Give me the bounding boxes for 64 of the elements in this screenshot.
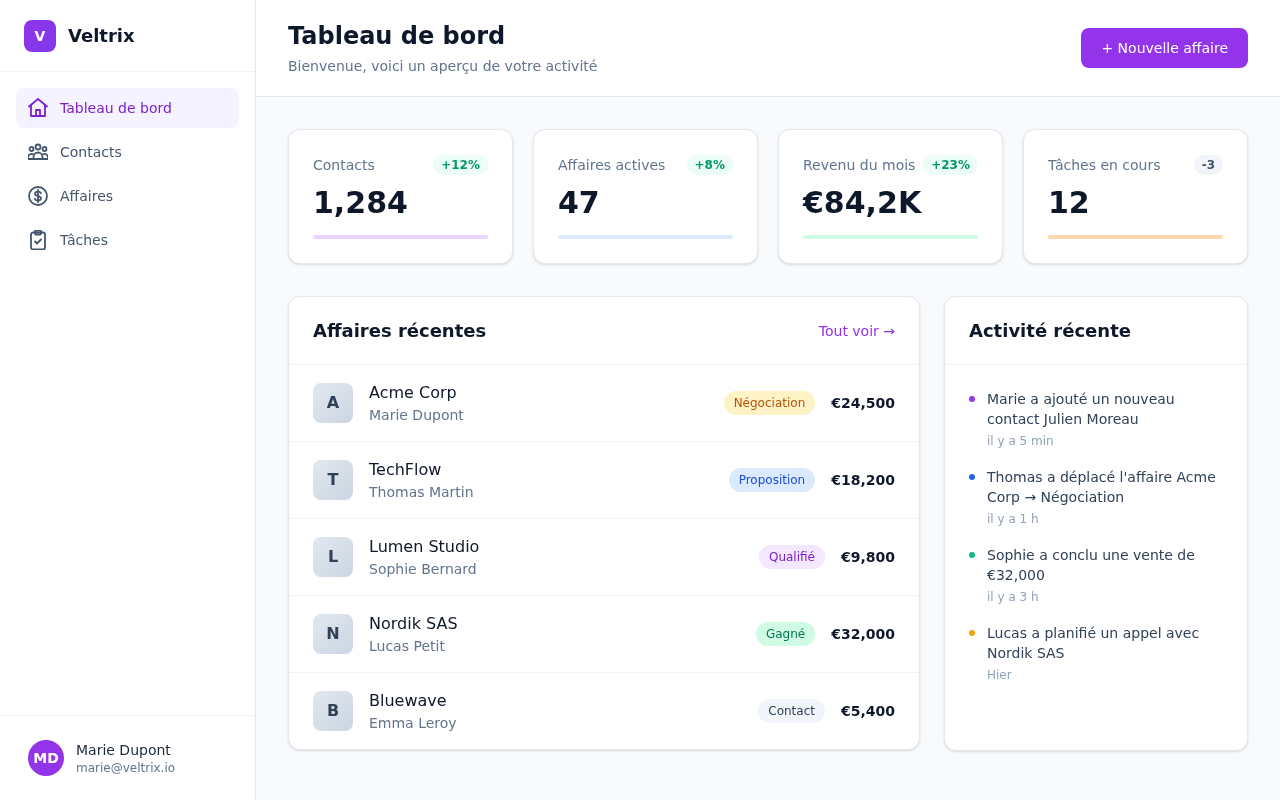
stat-value: 12	[1048, 185, 1091, 221]
stage-badge: Négociation	[723, 391, 816, 415]
clipboard-check-icon	[28, 230, 48, 250]
company-initial: A	[313, 383, 353, 423]
people-icon	[28, 142, 48, 162]
activity-time: il y a 5 min	[987, 433, 1055, 449]
card-title: Activité récente	[969, 318, 1131, 343]
company-initial: B	[313, 691, 353, 731]
contact-name: Marie Dupont	[369, 406, 465, 425]
user-email: marie@veltrix.io	[76, 760, 176, 776]
company-initial: N	[313, 614, 353, 654]
change-badge: +8%	[686, 154, 733, 175]
company-name: TechFlow	[369, 459, 443, 481]
activity-text: Thomas a déplacé l'affaire Acme Corp → Négociation	[987, 468, 1217, 507]
stat-value: 1,284	[313, 185, 409, 221]
deal-amount: €18,200	[831, 471, 895, 490]
stat-value: 47	[558, 185, 601, 221]
page-title: Tableau de bord	[288, 21, 507, 52]
stat-label: Contacts	[313, 155, 375, 175]
company-initial: T	[313, 460, 353, 500]
page-subtitle: Bienvenue, voici un aperçu de votre activité	[288, 57, 598, 76]
nav-item[interactable]: Contacts	[16, 132, 239, 172]
brand-name: Veltrix	[68, 23, 135, 48]
deal-amount: €9,800	[840, 548, 895, 567]
stage-badge: Gagné	[755, 622, 816, 646]
company-name: Acme Corp	[369, 382, 458, 404]
company-name: Bluewave	[369, 690, 448, 712]
logo-mark: V	[24, 19, 56, 52]
deal-amount: €24,500	[831, 394, 895, 413]
contact-name: Emma Leroy	[369, 714, 458, 733]
stage-badge: Proposition	[728, 468, 816, 492]
deal-amount: €32,000	[831, 625, 895, 644]
company-name: Lumen Studio	[369, 536, 481, 558]
company-initial: L	[313, 537, 353, 577]
stat-label: Revenu du mois	[803, 155, 916, 175]
activity-time: il y a 3 h	[987, 589, 1040, 605]
change-badge: -3	[1193, 154, 1223, 175]
stat-label: Affaires actives	[558, 155, 666, 175]
contact-name: Lucas Petit	[369, 637, 446, 656]
stat-label: Tâches en cours	[1048, 155, 1161, 175]
user-avatar: MD	[28, 740, 64, 776]
contact-name: Thomas Martin	[369, 483, 475, 502]
nav-item[interactable]: Tâches	[16, 220, 239, 260]
stat-value: €84,2K	[803, 185, 923, 221]
activity-text: Marie a ajouté un nouveau contact Julien Moreau	[987, 390, 1176, 429]
nav-item[interactable]: Affaires	[16, 176, 239, 216]
new-deal-button[interactable]: + Nouvelle affaire	[1081, 28, 1248, 68]
dollar-circle-icon	[28, 186, 48, 206]
home-icon	[28, 98, 48, 118]
stage-badge: Qualifié	[758, 545, 825, 569]
activity-text: Sophie a conclu une vente de €32,000	[987, 546, 1196, 585]
card-title: Affaires récentes	[313, 318, 487, 343]
stage-badge: Contact	[758, 699, 825, 723]
activity-time: Hier	[987, 667, 1013, 683]
user-name: Marie Dupont	[76, 741, 172, 760]
activity-text: Lucas a planifié un appel avec Nordik SAS	[987, 624, 1201, 663]
company-name: Nordik SAS	[369, 613, 459, 635]
change-badge: +23%	[923, 154, 978, 175]
change-badge: +12%	[433, 154, 488, 175]
activity-time: il y a 1 h	[987, 511, 1040, 527]
deal-amount: €5,400	[840, 702, 895, 721]
nav-item[interactable]: Tableau de bord	[16, 88, 239, 128]
contact-name: Sophie Bernard	[369, 560, 478, 579]
view-all-link[interactable]: Tout voir →	[818, 320, 895, 341]
